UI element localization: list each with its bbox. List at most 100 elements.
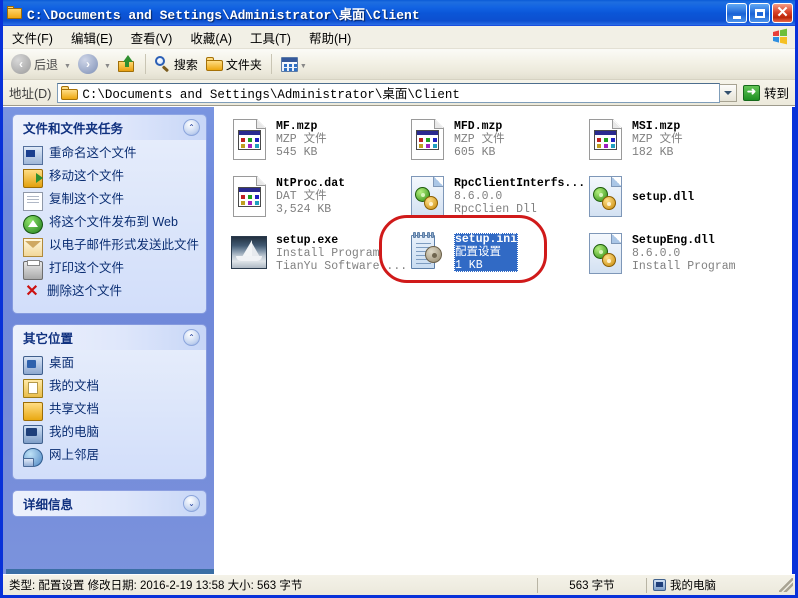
file-description: Install Program — [276, 247, 380, 260]
file-item[interactable]: setup.exe Install Program TianYu Softwar… — [226, 231, 408, 286]
panel-title: 详细信息 — [23, 498, 74, 512]
collapse-icon[interactable]: ⌃ — [183, 329, 200, 346]
panel-details: 详细信息 ⌄ — [13, 491, 206, 516]
address-input[interactable]: C:\Documents and Settings\Administrator\… — [57, 82, 720, 103]
back-button[interactable]: ‹ 后退 — [7, 50, 62, 78]
arrow-left-icon: ‹ — [11, 54, 31, 74]
file-size: 1 KB — [455, 259, 483, 272]
sidebar-item-label: 复制这个文件 — [49, 192, 125, 206]
menu-view[interactable]: 查看(V) — [122, 26, 182, 49]
window-right-border — [792, 107, 795, 574]
file-company: TianYu Software ... — [276, 260, 408, 273]
desktop-icon — [23, 356, 43, 375]
sidebar-item-rename[interactable]: 重命名这个文件 — [23, 146, 200, 165]
minimize-button[interactable] — [726, 3, 747, 23]
forward-dropdown-icon[interactable]: ▼ — [104, 63, 111, 70]
go-label: 转到 — [763, 87, 789, 101]
sidebar-item-label: 删除这个文件 — [47, 284, 123, 298]
explorer-body: 文件和文件夹任务 ⌃ 重命名这个文件 移动这个文件 复制这个文件 将这个文件发布… — [3, 106, 795, 574]
sidebar-item-email[interactable]: 以电子邮件形式发送此文件 — [23, 238, 200, 257]
file-item[interactable]: MF.mzp MZP 文件 545 KB — [226, 117, 404, 172]
file-type: 配置设置 — [455, 246, 501, 259]
menu-favorites[interactable]: 收藏(A) — [181, 26, 241, 49]
sidebar-item-delete[interactable]: ✕ 删除这个文件 — [23, 284, 200, 301]
file-name: setup.dll — [632, 191, 695, 204]
file-type: MZP 文件 — [276, 133, 327, 146]
dll-file-icon — [584, 233, 626, 277]
panel-header[interactable]: 文件和文件夹任务 ⌃ — [13, 115, 206, 140]
sidebar-item-label: 共享文档 — [49, 402, 100, 416]
mzp-file-icon — [406, 119, 448, 163]
toolbar: ‹ 后退 ▼ › ▼ 搜索 文件夹 ▼ — [3, 49, 795, 80]
move-file-icon — [23, 169, 43, 188]
sidebar-item-print[interactable]: 打印这个文件 — [23, 260, 200, 280]
file-item[interactable]: MFD.mzp MZP 文件 605 KB — [404, 117, 582, 172]
sidebar-item-my-documents[interactable]: 我的文档 — [23, 379, 200, 398]
explorer-window: C:\Documents and Settings\Administrator\… — [0, 0, 798, 598]
copy-file-icon — [23, 192, 43, 211]
close-button[interactable]: ✕ — [772, 3, 793, 23]
forward-button[interactable]: › — [74, 50, 102, 78]
sidebar-item-label: 以电子邮件形式发送此文件 — [49, 238, 200, 252]
folder-icon — [205, 57, 223, 71]
sidebar-item-copy[interactable]: 复制这个文件 — [23, 192, 200, 211]
toolbar-separator — [144, 54, 146, 74]
task-sidebar: 文件和文件夹任务 ⌃ 重命名这个文件 移动这个文件 复制这个文件 将这个文件发布… — [3, 107, 214, 574]
print-file-icon — [23, 260, 43, 280]
resize-grip[interactable] — [779, 578, 793, 592]
title-bar: C:\Documents and Settings\Administrator\… — [3, 0, 795, 26]
file-item[interactable]: RpcClientInterfs... 8.6.0.0 RpcClien Dll — [404, 174, 585, 229]
publish-web-icon — [23, 215, 43, 234]
sidebar-item-my-computer[interactable]: 我的电脑 — [23, 425, 200, 444]
toolbar-separator — [270, 54, 272, 74]
file-name: MFD.mzp — [454, 120, 503, 133]
menu-file[interactable]: 文件(F) — [3, 26, 62, 49]
go-button[interactable]: ➜ 转到 — [737, 83, 793, 102]
network-neighborhood-icon — [23, 448, 43, 467]
file-size: 3,524 KB — [276, 203, 332, 216]
up-button[interactable] — [114, 50, 140, 78]
file-name: setup.exe — [276, 234, 339, 247]
sidebar-item-move[interactable]: 移动这个文件 — [23, 169, 200, 188]
menu-help[interactable]: 帮助(H) — [300, 26, 360, 49]
panel-file-tasks: 文件和文件夹任务 ⌃ 重命名这个文件 移动这个文件 复制这个文件 将这个文件发布… — [13, 115, 206, 313]
sidebar-item-desktop[interactable]: 桌面 — [23, 356, 200, 375]
file-size: 182 KB — [632, 146, 674, 159]
views-dropdown-icon[interactable]: ▼ — [300, 63, 307, 70]
views-button[interactable]: ▼ — [277, 50, 314, 78]
panel-header[interactable]: 详细信息 ⌄ — [13, 491, 206, 516]
mzp-file-icon — [584, 119, 626, 163]
sidebar-item-label: 打印这个文件 — [49, 261, 125, 275]
maximize-button[interactable] — [749, 3, 770, 23]
panel-body: 桌面 我的文档 共享文档 我的电脑 网上邻居 — [13, 350, 206, 479]
file-size: 605 KB — [454, 146, 496, 159]
my-computer-icon — [653, 579, 666, 591]
status-details: 类型: 配置设置 修改日期: 2016-2-19 13:58 大小: 563 字… — [9, 580, 303, 592]
file-item[interactable]: NtProc.dat DAT 文件 3,524 KB — [226, 174, 404, 229]
panel-title: 文件和文件夹任务 — [23, 122, 124, 136]
file-item[interactable]: setup.dll — [582, 174, 760, 229]
file-type: DAT 文件 — [276, 190, 327, 203]
panel-title: 其它位置 — [23, 332, 74, 346]
menu-tools[interactable]: 工具(T) — [241, 26, 300, 49]
file-item[interactable]: MSI.mzp MZP 文件 182 KB — [582, 117, 760, 172]
search-button[interactable]: 搜索 — [151, 50, 202, 78]
file-version: 8.6.0.0 — [632, 247, 681, 260]
collapse-icon[interactable]: ⌃ — [183, 119, 200, 136]
sidebar-item-publish-web[interactable]: 将这个文件发布到 Web — [23, 215, 200, 234]
file-item-setup-ini[interactable]: setup.ini 配置设置 1 KB — [404, 231, 582, 286]
expand-icon[interactable]: ⌄ — [183, 495, 200, 512]
my-documents-icon — [23, 379, 43, 398]
sidebar-item-shared-documents[interactable]: 共享文档 — [23, 402, 200, 421]
sidebar-item-network[interactable]: 网上邻居 — [23, 448, 200, 467]
panel-header[interactable]: 其它位置 ⌃ — [13, 325, 206, 350]
address-dropdown-button[interactable] — [719, 83, 737, 102]
menu-edit[interactable]: 编辑(E) — [62, 26, 122, 49]
dll-file-icon — [406, 176, 448, 220]
folders-button[interactable]: 文件夹 — [202, 50, 266, 78]
address-bar: 地址(D) C:\Documents and Settings\Administ… — [3, 80, 795, 106]
file-item[interactable]: SetupEng.dll 8.6.0.0 Install Program — [582, 231, 760, 286]
back-dropdown-icon[interactable]: ▼ — [64, 63, 71, 70]
views-icon — [280, 56, 298, 72]
file-list[interactable]: MF.mzp MZP 文件 545 KB MFD.mzp MZP 文件 605 … — [214, 107, 792, 574]
